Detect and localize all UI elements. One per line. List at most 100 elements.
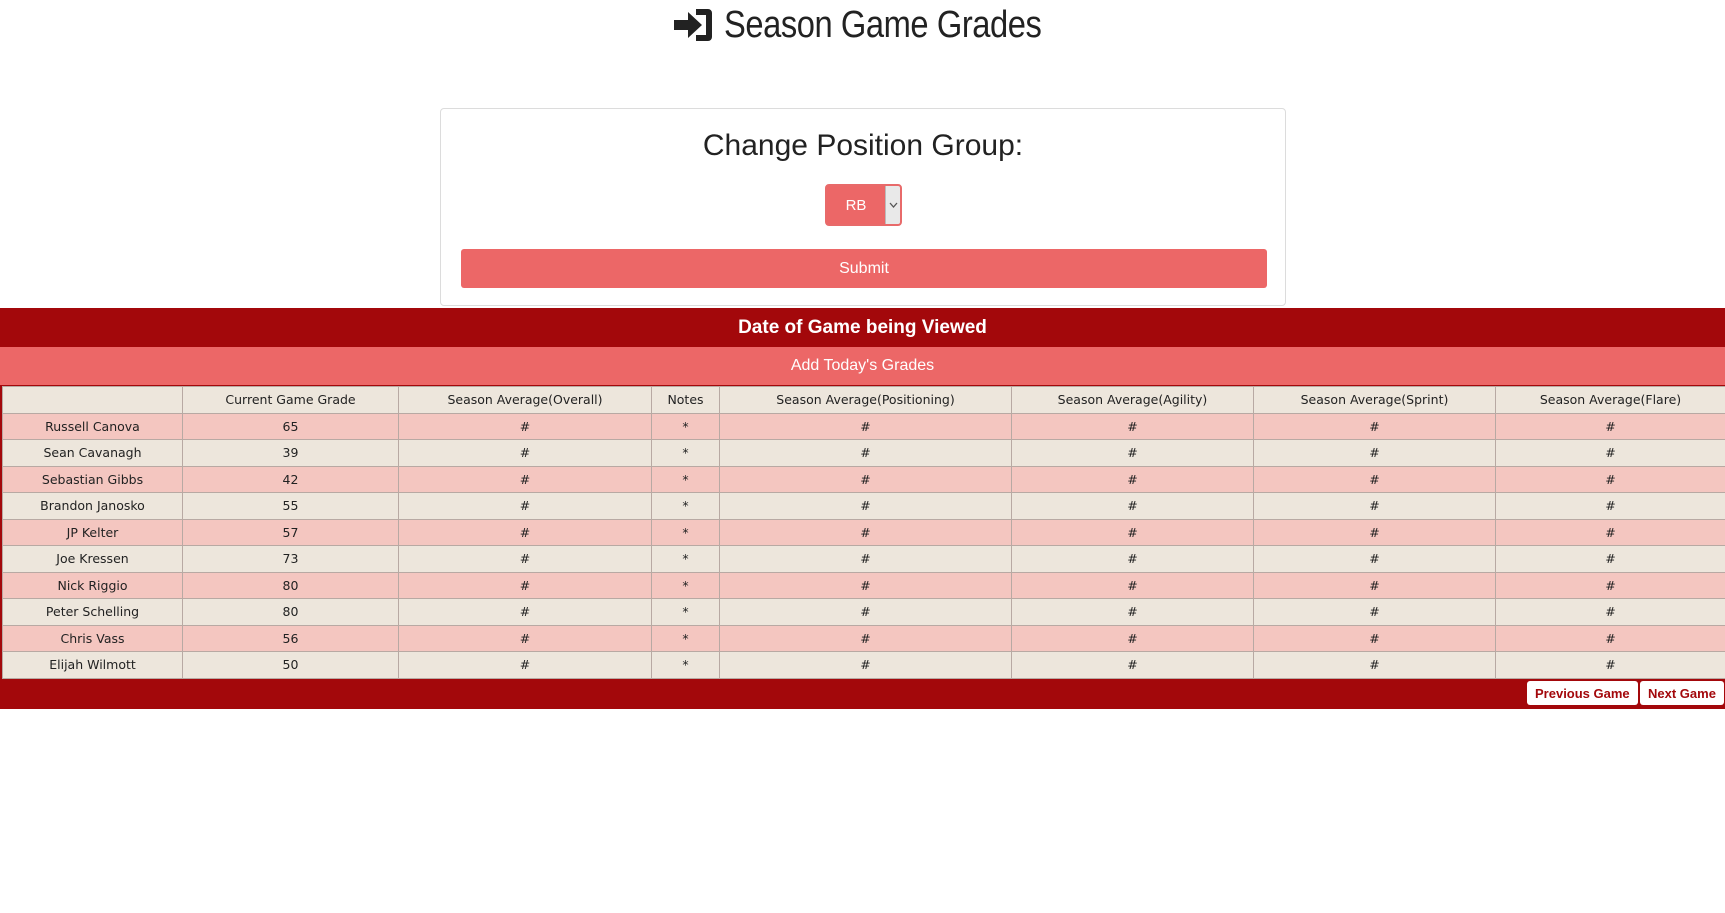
grade-cell: *	[651, 465, 720, 493]
player-name-cell: Chris Vass	[2, 624, 183, 652]
position-group-select-value: RB	[845, 196, 867, 214]
grade-cell: #	[1495, 465, 1725, 493]
grade-cell: 56	[182, 624, 399, 652]
grade-cell: #	[1011, 465, 1254, 493]
grades-table: Current Game Grade Season Average(Overal…	[2, 386, 1725, 679]
page-title: Season Game Grades	[723, 3, 1042, 46]
grade-cell: #	[1011, 412, 1254, 440]
grade-cell: #	[398, 412, 652, 440]
player-name-cell: JP Kelter	[2, 518, 183, 546]
grades-table-body: Russell Canova 65 # * # # # # Sean Cavanagh 39 # * #…	[2, 412, 1725, 679]
grade-cell: #	[1495, 518, 1725, 546]
grade-cell: #	[1495, 598, 1725, 626]
table-row: Peter Schelling 80 # * # # # #	[2, 598, 1725, 626]
grade-cell: #	[1495, 571, 1725, 599]
page-title-group: Season Game Grades	[672, 4, 1053, 47]
table-row: Nick Riggio 80 # * # # # #	[2, 571, 1725, 599]
column-header: Season Average(Sprint)	[1253, 386, 1496, 414]
column-header: Season Average(Overall)	[398, 386, 652, 414]
grade-cell: #	[719, 545, 1012, 573]
table-row: Joe Kressen 73 # * # # # #	[2, 545, 1725, 573]
grade-cell: #	[1011, 624, 1254, 652]
grade-cell: #	[1495, 439, 1725, 467]
grade-cell: #	[398, 439, 652, 467]
grade-cell: #	[719, 624, 1012, 652]
grade-cell: #	[719, 518, 1012, 546]
player-name-cell: Peter Schelling	[2, 598, 183, 626]
grade-cell: #	[1495, 545, 1725, 573]
player-name-cell: Brandon Janosko	[2, 492, 183, 520]
grade-cell: #	[719, 439, 1012, 467]
grade-cell: #	[398, 651, 652, 679]
page-header: Season Game Grades	[0, 0, 1725, 50]
grade-cell: #	[1011, 439, 1254, 467]
grade-cell: 39	[182, 439, 399, 467]
table-row: Chris Vass 56 # * # # # #	[2, 624, 1725, 652]
grade-cell: #	[398, 492, 652, 520]
grade-cell: #	[1495, 492, 1725, 520]
grade-cell: #	[1253, 465, 1496, 493]
grade-cell: *	[651, 412, 720, 440]
table-row: Sebastian Gibbs 42 # * # # # #	[2, 465, 1725, 493]
grade-cell: *	[651, 651, 720, 679]
game-date-banner: Date of Game being Viewed	[0, 308, 1725, 347]
table-row: JP Kelter 57 # * # # # #	[2, 518, 1725, 546]
grade-cell: #	[719, 598, 1012, 626]
grade-cell: *	[651, 598, 720, 626]
grade-cell: *	[651, 571, 720, 599]
grade-cell: #	[398, 598, 652, 626]
next-game-button[interactable]: Next Game	[1640, 681, 1724, 705]
table-row: Sean Cavanagh 39 # * # # # #	[2, 439, 1725, 467]
column-header: Season Average(Agility)	[1011, 386, 1254, 414]
add-todays-grades-button[interactable]: Add Today's Grades	[0, 347, 1725, 385]
grade-cell: #	[1495, 412, 1725, 440]
grade-cell: *	[651, 518, 720, 546]
position-group-select[interactable]: RB	[825, 184, 902, 226]
grade-cell: 42	[182, 465, 399, 493]
grade-cell: #	[1011, 598, 1254, 626]
submit-button[interactable]: Submit	[461, 249, 1267, 288]
grade-cell: #	[1253, 545, 1496, 573]
sign-in-icon	[673, 9, 712, 41]
table-row: Elijah Wilmott 50 # * # # # #	[2, 651, 1725, 679]
grade-cell: #	[1011, 492, 1254, 520]
column-header	[2, 386, 183, 414]
grade-cell: #	[398, 545, 652, 573]
column-header: Notes	[651, 386, 720, 414]
chevron-down-icon	[885, 186, 900, 224]
grade-cell: #	[1011, 545, 1254, 573]
grade-cell: #	[1253, 651, 1496, 679]
grade-cell: #	[1253, 412, 1496, 440]
grade-cell: #	[398, 518, 652, 546]
grade-cell: #	[1495, 651, 1725, 679]
column-header: Current Game Grade	[182, 386, 399, 414]
grade-cell: #	[719, 492, 1012, 520]
grade-cell: #	[1011, 571, 1254, 599]
grade-cell: 50	[182, 651, 399, 679]
grade-cell: 57	[182, 518, 399, 546]
column-header: Season Average(Positioning)	[719, 386, 1012, 414]
pagination-bar: Previous Game Next Game	[0, 679, 1725, 709]
grade-cell: 55	[182, 492, 399, 520]
grade-cell: #	[1011, 651, 1254, 679]
grades-table-container: Current Game Grade Season Average(Overal…	[0, 385, 1725, 679]
grade-cell: #	[1253, 518, 1496, 546]
grade-cell: 73	[182, 545, 399, 573]
grade-cell: #	[1253, 571, 1496, 599]
grade-cell: 80	[182, 598, 399, 626]
grade-cell: #	[1495, 624, 1725, 652]
grade-cell: #	[398, 571, 652, 599]
previous-game-button[interactable]: Previous Game	[1527, 681, 1638, 705]
grade-cell: #	[1253, 624, 1496, 652]
grade-cell: #	[719, 651, 1012, 679]
position-group-card: Change Position Group: RB Submit	[440, 108, 1286, 306]
grade-cell: #	[1253, 492, 1496, 520]
grade-cell: #	[719, 412, 1012, 440]
table-header-row: Current Game Grade Season Average(Overal…	[2, 386, 1725, 414]
player-name-cell: Nick Riggio	[2, 571, 183, 599]
player-name-cell: Joe Kressen	[2, 545, 183, 573]
grade-cell: #	[719, 571, 1012, 599]
grade-cell: #	[398, 465, 652, 493]
position-group-heading: Change Position Group:	[702, 129, 1024, 162]
grade-cell: #	[1253, 598, 1496, 626]
